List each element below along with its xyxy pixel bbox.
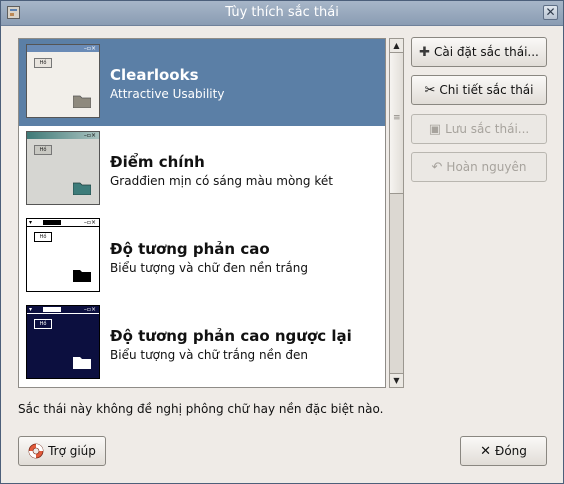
- theme-status-text: Sắc thái này không đề nghị phông chữ hay…: [18, 402, 384, 416]
- close-icon: ✕: [545, 5, 556, 19]
- folder-icon: [73, 182, 91, 195]
- theme-preferences-window: Tùy thích sắc thái ✕ –▫× Hồ Clearlooks A…: [0, 0, 564, 484]
- theme-item-high-contrast-inverse[interactable]: ▾ –▫× Hồ Độ tương phản cao ngược lại Biểu…: [19, 300, 385, 387]
- theme-list-scrollbar[interactable]: ▲ ▼: [389, 38, 404, 388]
- undo-icon: ↶: [431, 159, 443, 175]
- theme-name: Clearlooks: [110, 66, 199, 84]
- lifebuoy-icon: [28, 443, 44, 459]
- folder-icon: [73, 95, 91, 108]
- tools-icon: ✂: [424, 82, 436, 98]
- theme-list[interactable]: –▫× Hồ Clearlooks Attractive Usability –…: [18, 38, 386, 388]
- install-theme-button[interactable]: ✚ Cài đặt sắc thái...: [411, 37, 547, 67]
- theme-name: Độ tương phản cao: [110, 240, 270, 258]
- theme-description: Attractive Usability: [110, 87, 225, 101]
- titlebar[interactable]: Tùy thích sắc thái ✕: [1, 1, 563, 26]
- close-label: Đóng: [495, 444, 527, 458]
- scrollbar-thumb[interactable]: [390, 53, 403, 194]
- revert-button[interactable]: ↶ Hoàn nguyên: [411, 152, 547, 182]
- close-button[interactable]: ✕ Đóng: [460, 436, 547, 466]
- folder-icon: [73, 270, 91, 282]
- theme-item-glider[interactable]: –▫× Hồ Điểm chính Gradđien mịn có sáng m…: [19, 126, 385, 213]
- floppy-disk-icon: ▣: [428, 121, 442, 137]
- theme-name: Độ tương phản cao ngược lại: [110, 327, 352, 345]
- save-theme-button[interactable]: ▣ Lưu sắc thái...: [411, 114, 547, 144]
- theme-name: Điểm chính: [110, 153, 205, 171]
- window-title: Tùy thích sắc thái: [225, 5, 339, 20]
- theme-details-button[interactable]: ✂ Chi tiết sắc thái: [411, 75, 547, 105]
- theme-item-clearlooks[interactable]: –▫× Hồ Clearlooks Attractive Usability: [19, 39, 385, 126]
- theme-item-high-contrast[interactable]: ▾ –▫× Hồ Độ tương phản cao Biểu tượng và …: [19, 213, 385, 300]
- help-button[interactable]: Trợ giúp: [18, 436, 106, 466]
- theme-description: Biểu tượng và chữ trắng nền đen: [110, 348, 308, 362]
- theme-description: Gradđien mịn có sáng màu mòng két: [110, 174, 333, 188]
- add-icon: ✚: [419, 44, 431, 60]
- install-theme-label: Cài đặt sắc thái...: [434, 45, 539, 59]
- theme-details-label: Chi tiết sắc thái: [439, 83, 534, 97]
- theme-description: Biểu tượng và chữ đen nền trắng: [110, 261, 308, 275]
- theme-preview-clearlooks: –▫× Hồ: [26, 44, 100, 118]
- folder-icon: [73, 357, 91, 369]
- save-theme-label: Lưu sắc thái...: [445, 122, 530, 136]
- theme-preview-high-contrast-inverse: ▾ –▫× Hồ: [26, 305, 100, 379]
- revert-label: Hoàn nguyên: [446, 160, 527, 174]
- scroll-down-arrow-icon[interactable]: ▼: [390, 373, 403, 387]
- theme-preview-glider: –▫× Hồ: [26, 131, 100, 205]
- close-icon: ✕: [480, 443, 492, 459]
- theme-preview-high-contrast: ▾ –▫× Hồ: [26, 218, 100, 292]
- help-label: Trợ giúp: [48, 444, 96, 458]
- close-window-button[interactable]: ✕: [543, 5, 558, 20]
- scroll-up-arrow-icon[interactable]: ▲: [390, 39, 403, 53]
